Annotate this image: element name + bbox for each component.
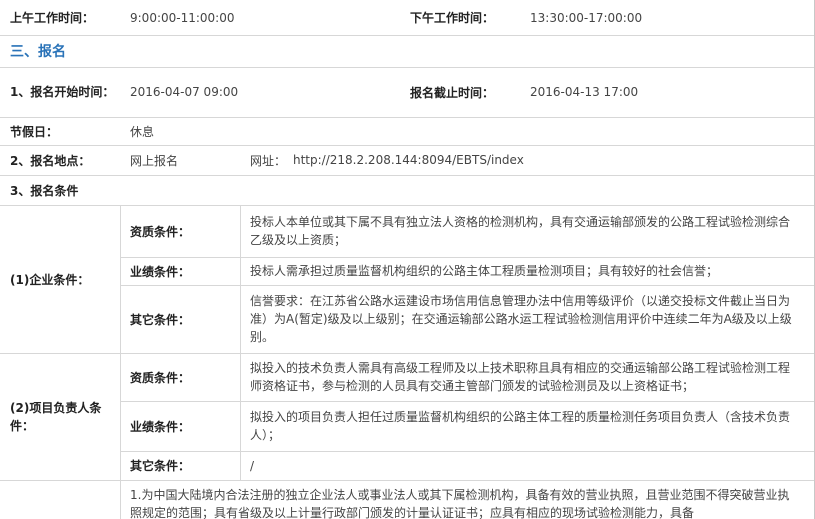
work-hours-row: 上午工作时间： 9:00:00-11:00:00 下午工作时间： 13:30:0… xyxy=(0,0,814,36)
signup-start-label: 1、报名开始时间： xyxy=(10,85,115,99)
manager-qual-label: 资质条件： xyxy=(130,370,191,385)
location-value: 网上报名 xyxy=(130,153,179,168)
company-qual-label: 资质条件： xyxy=(130,224,191,239)
company-qual-row: 资质条件： 投标人本单位或其下属不具有独立法人资格的检测机构，具有交通运输部颁发… xyxy=(121,205,814,258)
holiday-label: 节假日： xyxy=(10,124,59,139)
requirements-paragraph-row: 1.为中国大陆境内合法注册的独立企业法人或事业法人或其下属检测机构，具备有效的营… xyxy=(0,480,814,519)
signup-start-value: 2016-04-07 09:00 xyxy=(130,85,239,99)
company-other-row: 其它条件： 信誉要求：在江苏省公路水运建设市场信用信息管理办法中信用等级评价（以… xyxy=(121,285,814,353)
conditions-row: 3、报名条件 xyxy=(0,175,814,206)
location-row: 2、报名地点： 网上报名 网址： http://218.2.208.144:80… xyxy=(0,145,814,176)
pm-hours-value: 13:30:00-17:00:00 xyxy=(530,10,643,25)
company-perf-text: 投标人需承担过质量监督机构组织的公路主体工程质量检测项目；具有较好的社会信誉； xyxy=(250,264,719,278)
tender-info-table: 上午工作时间： 9:00:00-11:00:00 下午工作时间： 13:30:0… xyxy=(0,0,815,519)
manager-perf-text: 拟投入的项目负责人担任过质量监督机构组织的公路主体工程的质量检测任务项目负责人（… xyxy=(250,410,791,442)
pm-hours-label: 下午工作时间： xyxy=(410,11,495,25)
manager-qual-text: 拟投入的技术负责人需具有高级工程师及以上技术职称且具有相应的交通运输部公路工程试… xyxy=(250,361,791,393)
company-perf-label: 业绩条件： xyxy=(130,264,191,279)
signup-end-label: 报名截止时间： xyxy=(410,85,495,100)
manager-qual-row: 资质条件： 拟投入的技术负责人需具有高级工程师及以上技术职称且具有相应的交通运输… xyxy=(121,353,814,402)
url-value[interactable]: http://218.2.208.144:8094/EBTS/index xyxy=(293,145,693,175)
manager-perf-label: 业绩条件： xyxy=(130,419,191,434)
holiday-row: 节假日： 休息 xyxy=(0,117,814,146)
signup-time-row: 1、报名开始时间： 2016-04-07 09:00 报名截止时间： 2016-… xyxy=(0,67,814,118)
section-title: 三、报名 xyxy=(10,44,66,60)
manager-other-text: / xyxy=(250,458,255,473)
section-heading-row: 三、报名 xyxy=(0,35,814,68)
company-perf-row: 业绩条件： 投标人需承担过质量监督机构组织的公路主体工程质量检测项目；具有较好的… xyxy=(121,257,814,286)
signup-end-value: 2016-04-13 17:00 xyxy=(530,85,639,99)
manager-conditions-label: (2)项目负责人条件： xyxy=(10,400,102,433)
manager-perf-row: 业绩条件： 拟投入的项目负责人担任过质量监督机构组织的公路主体工程的质量检测任务… xyxy=(121,401,814,452)
company-other-text: 信誉要求：在江苏省公路水运建设市场信用信息管理办法中信用等级评价（以递交投标文件… xyxy=(250,294,792,344)
manager-other-label: 其它条件： xyxy=(130,459,191,473)
location-label: 2、报名地点： xyxy=(10,153,91,168)
holiday-value: 休息 xyxy=(130,124,155,139)
company-conditions-label: (1)企业条件： xyxy=(10,272,90,287)
url-label: 网址： xyxy=(250,153,287,168)
conditions-label: 3、报名条件 xyxy=(10,183,79,198)
am-hours-value: 9:00:00-11:00:00 xyxy=(130,10,235,25)
am-hours-label: 上午工作时间： xyxy=(10,11,95,25)
requirements-paragraph: 1.为中国大陆境内合法注册的独立企业法人或事业法人或其下属检测机构，具备有效的营… xyxy=(130,488,790,519)
manager-other-row: 其它条件： / xyxy=(121,451,814,480)
company-qual-text: 投标人本单位或其下属不具有独立法人资格的检测机构，具有交通运输部颁发的公路工程试… xyxy=(250,215,791,247)
company-other-label: 其它条件： xyxy=(130,312,191,327)
